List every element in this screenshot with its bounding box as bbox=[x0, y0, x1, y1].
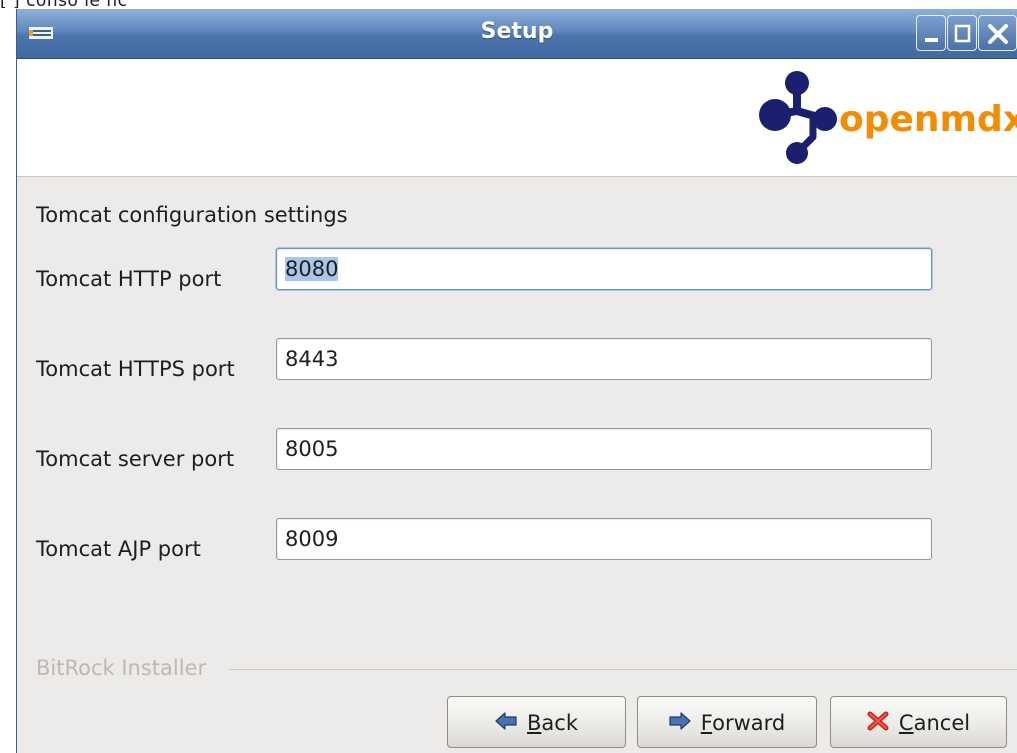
title-bar[interactable]: Setup bbox=[17, 9, 1017, 59]
window-title: Setup bbox=[480, 19, 554, 44]
https-port-value: 8443 bbox=[285, 347, 339, 371]
forward-button[interactable]: Forward bbox=[637, 696, 817, 748]
logo-text: openmdx bbox=[839, 99, 1017, 140]
https-port-label: Tomcat HTTPS port bbox=[36, 357, 235, 381]
cancel-button[interactable]: Cancel bbox=[830, 696, 1007, 748]
cancel-button-label: Cancel bbox=[898, 711, 971, 735]
top-fragment-text: [ ] conso le nc bbox=[0, 0, 127, 8]
minimize-button[interactable] bbox=[916, 15, 946, 51]
close-icon bbox=[988, 24, 1008, 44]
header-banner: openmdx bbox=[17, 59, 1017, 177]
http-port-label: Tomcat HTTP port bbox=[36, 267, 222, 291]
ajp-port-value: 8009 bbox=[285, 527, 339, 551]
openmdx-logo: openmdx bbox=[759, 71, 1017, 164]
maximize-icon bbox=[954, 24, 971, 43]
maximize-button[interactable] bbox=[947, 15, 977, 51]
ajp-port-input[interactable]: 8009 bbox=[276, 518, 932, 560]
server-port-value: 8005 bbox=[285, 437, 339, 461]
arrow-right-icon bbox=[669, 712, 691, 730]
setup-window: Setup openmdx Tomcat configuration setti… bbox=[16, 9, 1017, 753]
minimize-icon bbox=[925, 38, 938, 42]
http-port-value: 8080 bbox=[285, 257, 339, 281]
https-port-input[interactable]: 8443 bbox=[276, 338, 932, 380]
footer-divider bbox=[229, 669, 1017, 670]
close-button[interactable] bbox=[978, 15, 1017, 51]
installer-label: BitRock Installer bbox=[36, 656, 207, 680]
ajp-port-label: Tomcat AJP port bbox=[36, 537, 201, 561]
forward-button-label: Forward bbox=[700, 711, 786, 735]
cancel-x-icon bbox=[867, 711, 889, 731]
back-button[interactable]: Back bbox=[447, 696, 626, 748]
top-text-fragment: [ ] conso le nc bbox=[0, 0, 1017, 8]
back-button-label: Back bbox=[527, 711, 578, 735]
server-port-input[interactable]: 8005 bbox=[276, 428, 932, 470]
arrow-left-icon bbox=[495, 712, 517, 730]
http-port-input[interactable]: 8080 bbox=[276, 248, 932, 290]
section-title: Tomcat configuration settings bbox=[36, 203, 348, 227]
server-port-label: Tomcat server port bbox=[36, 447, 235, 471]
